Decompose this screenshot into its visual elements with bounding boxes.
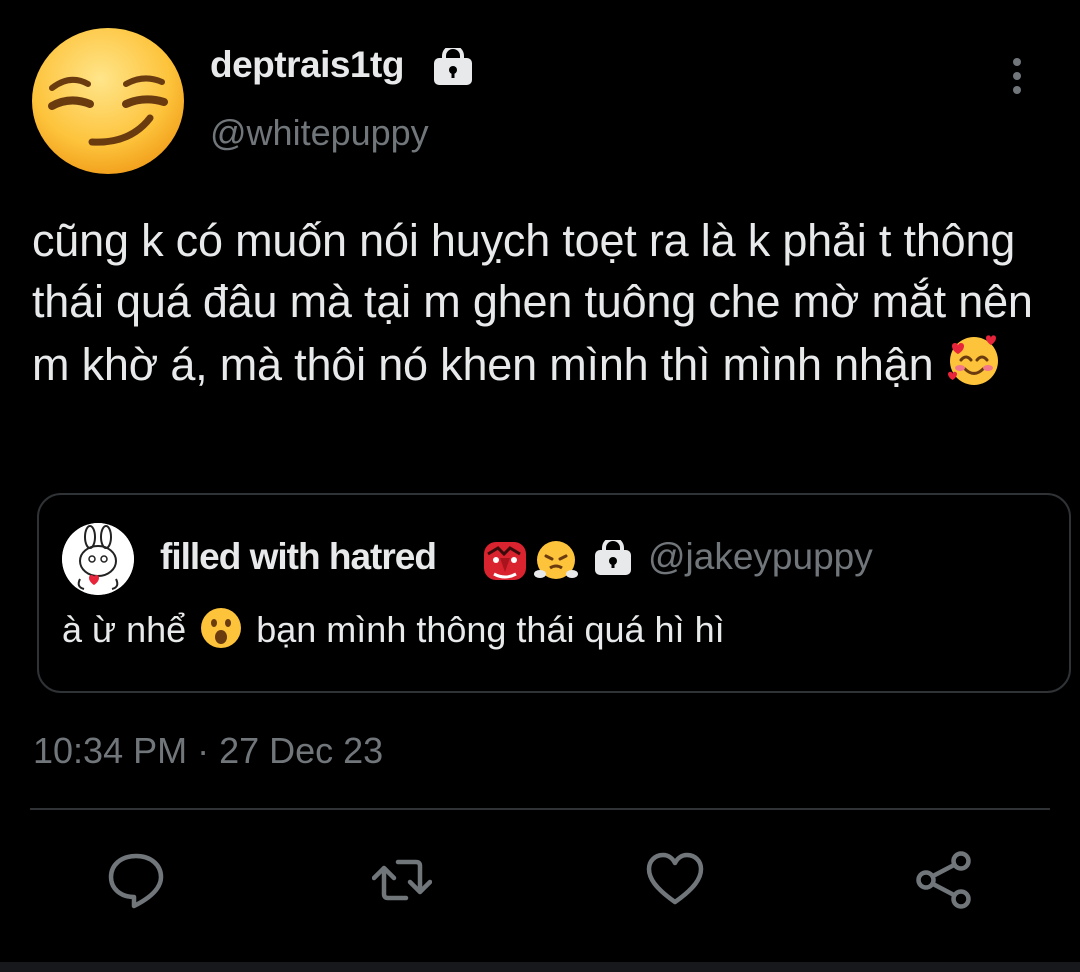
author-display-name[interactable]: deptrais1tg bbox=[210, 44, 404, 86]
bottom-separator bbox=[0, 962, 1080, 972]
quoted-name-emojis bbox=[484, 541, 578, 580]
retweet-icon[interactable] bbox=[372, 850, 432, 910]
quoted-text-before: à ừ nhể bbox=[62, 609, 187, 650]
tweet-text: cũng k có muốn nói huỵch toẹt ra là k ph… bbox=[32, 210, 1077, 395]
goblin-emoji bbox=[484, 542, 526, 580]
author-handle[interactable]: @whitepuppy bbox=[210, 112, 429, 154]
more-options-icon[interactable] bbox=[1006, 56, 1028, 96]
divider bbox=[30, 808, 1050, 810]
lock-icon bbox=[434, 48, 472, 85]
quoted-tweet-card[interactable] bbox=[37, 493, 1071, 693]
smiling-face-with-hearts-emoji bbox=[947, 335, 998, 385]
heart-icon[interactable] bbox=[645, 850, 705, 910]
lock-icon bbox=[595, 540, 631, 575]
tweet-text-body: cũng k có muốn nói huỵch toẹt ra là k ph… bbox=[32, 215, 1033, 390]
reply-bubble-icon[interactable] bbox=[106, 850, 166, 910]
face-with-open-mouth-emoji bbox=[201, 608, 242, 648]
quoted-text-after: bạn mình thông thái quá hì hì bbox=[256, 609, 725, 650]
quoted-tweet-text: à ừ nhể bạn mình thông thái quá hì hì bbox=[62, 606, 725, 651]
share-icon[interactable] bbox=[914, 850, 974, 910]
quoted-author-avatar[interactable] bbox=[62, 523, 134, 595]
quoted-author-display-name[interactable]: filled with hatred bbox=[160, 536, 437, 578]
face-with-steam-emoji bbox=[534, 541, 578, 579]
quoted-author-handle[interactable]: @jakeypuppy bbox=[648, 536, 873, 578]
author-avatar[interactable] bbox=[30, 26, 186, 176]
tweet-timestamp[interactable]: 10:34 PM · 27 Dec 23 bbox=[33, 730, 383, 772]
